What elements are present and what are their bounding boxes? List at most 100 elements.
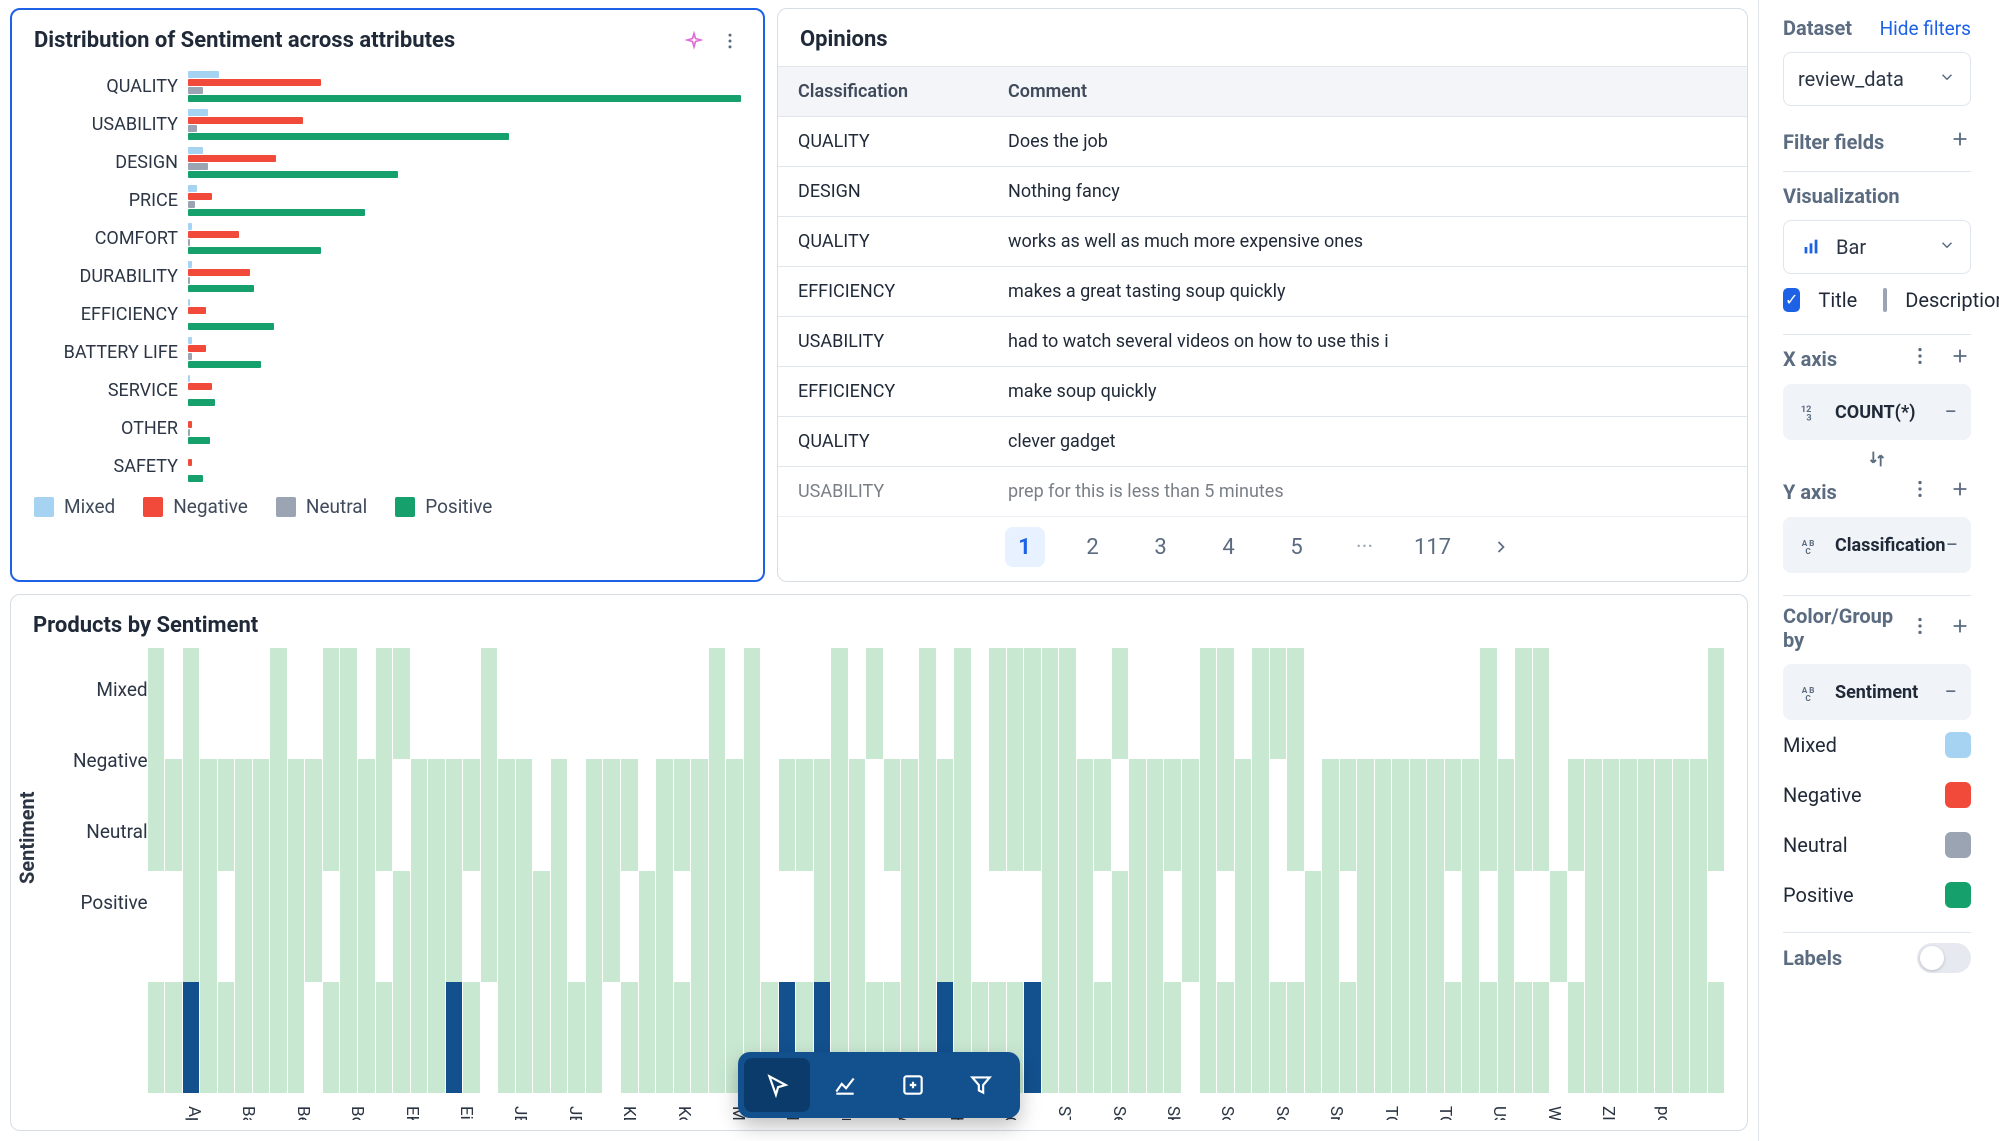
table-row[interactable]: QUALITYworks as well as much more expens…: [778, 217, 1747, 267]
bar-mixed: [188, 147, 203, 154]
chart-row: SERVICE: [34, 371, 741, 409]
legend-mixed[interactable]: Mixed: [34, 495, 115, 518]
sparkle-icon[interactable]: [683, 30, 705, 52]
yaxis-field-label: Classification: [1835, 535, 1946, 556]
table-row[interactable]: EFFICIENCYmakes a great tasting soup qui…: [778, 267, 1747, 317]
table-row[interactable]: USABILITYprep for this is less than 5 mi…: [778, 467, 1747, 517]
color-chip[interactable]: [1945, 882, 1971, 908]
xaxis-field-pill[interactable]: 123 COUNT(*) −: [1783, 384, 1971, 440]
page-1[interactable]: 1: [1005, 527, 1045, 567]
remove-yaxis-field-icon[interactable]: −: [1946, 533, 1959, 558]
title-checkbox[interactable]: [1783, 288, 1800, 312]
toolbar-chart-button[interactable]: [812, 1058, 878, 1112]
page-2[interactable]: 2: [1073, 527, 1113, 567]
bar-positive: [188, 171, 398, 178]
cell-classification: EFFICIENCY: [778, 267, 988, 316]
bar-mixed: [188, 299, 190, 306]
xaxis-heading: X axis: [1783, 347, 1837, 371]
color-legend-mixed[interactable]: Mixed: [1783, 720, 1971, 770]
yaxis-add-icon[interactable]: [1949, 478, 1971, 505]
color-legend-negative[interactable]: Negative: [1783, 770, 1971, 820]
chevron-down-icon: [1938, 67, 1956, 91]
chart-row-label: COMFORT: [34, 228, 188, 249]
dataset-select[interactable]: review_data: [1783, 52, 1971, 106]
yaxis-field-pill[interactable]: ABC Classification −: [1783, 517, 1971, 573]
viz-type-select[interactable]: Bar: [1783, 220, 1971, 274]
y-label: Positive: [73, 891, 148, 914]
color-legend-neutral[interactable]: Neutral: [1783, 820, 1971, 870]
labels-toggle[interactable]: [1917, 943, 1971, 973]
filter-fields-heading: Filter fields: [1783, 130, 1884, 154]
page-next[interactable]: [1481, 527, 1521, 567]
viz-type-value: Bar: [1836, 235, 1866, 259]
toolbar-pointer-button[interactable]: [744, 1058, 810, 1112]
bar-neutral: [188, 87, 203, 94]
header-classification: Classification: [778, 67, 988, 116]
toolbar-add-panel-button[interactable]: [880, 1058, 946, 1112]
bar-positive: [188, 247, 321, 254]
distribution-chart: QUALITYUSABILITYDESIGNPRICECOMFORTDURABI…: [12, 61, 763, 530]
legend-neutral[interactable]: Neutral: [276, 495, 367, 518]
color-chip[interactable]: [1945, 732, 1971, 758]
cell-classification: QUALITY: [778, 117, 988, 166]
bar-positive: [188, 209, 365, 216]
chart-row-label: DURABILITY: [34, 266, 188, 287]
colorgroup-menu-icon[interactable]: [1909, 615, 1931, 642]
remove-xaxis-field-icon[interactable]: −: [1944, 400, 1957, 425]
color-legend-label: Positive: [1783, 883, 1854, 907]
bar-neutral: [188, 239, 190, 246]
page-4[interactable]: 4: [1209, 527, 1249, 567]
table-row[interactable]: USABILITYhad to watch several videos on …: [778, 317, 1747, 367]
cell-comment: prep for this is less than 5 minutes: [988, 467, 1747, 516]
yaxis-menu-icon[interactable]: [1909, 478, 1931, 505]
bar-mixed: [188, 375, 190, 382]
chart-row-label: QUALITY: [34, 76, 188, 97]
bar-negative: [188, 269, 250, 276]
xaxis-menu-icon[interactable]: [1909, 345, 1931, 372]
table-row[interactable]: EFFICIENCYmake soup quickly: [778, 367, 1747, 417]
swap-axes-icon[interactable]: [1783, 448, 1971, 470]
numeric-icon: 123: [1797, 401, 1823, 423]
page-5[interactable]: 5: [1277, 527, 1317, 567]
colorgroup-field-label: Sentiment: [1835, 682, 1918, 703]
kebab-menu-icon[interactable]: [719, 30, 741, 52]
colorgroup-field-pill[interactable]: ABC Sentiment −: [1783, 664, 1971, 720]
legend-positive[interactable]: Positive: [395, 495, 492, 518]
labels-heading: Labels: [1783, 946, 1842, 970]
opinions-title: Opinions: [800, 27, 888, 52]
color-chip[interactable]: [1945, 782, 1971, 808]
distribution-panel[interactable]: Distribution of Sentiment across attribu…: [10, 8, 765, 582]
distribution-title: Distribution of Sentiment across attribu…: [34, 28, 455, 53]
products-panel[interactable]: Products by Sentiment Sentiment MixedNeg…: [10, 594, 1748, 1131]
description-checkbox[interactable]: [1883, 288, 1887, 312]
dataset-value: review_data: [1798, 67, 1904, 91]
table-row[interactable]: QUALITYDoes the job: [778, 117, 1747, 167]
chart-row-label: BATTERY LIFE: [34, 342, 188, 363]
toolbar-filter-button[interactable]: [948, 1058, 1014, 1112]
hide-filters-link[interactable]: Hide filters: [1880, 17, 1971, 40]
dataset-heading: Dataset: [1783, 16, 1852, 40]
cell-comment: had to watch several videos on how to us…: [988, 317, 1747, 366]
chevron-down-icon: [1938, 235, 1956, 259]
remove-colorgroup-field-icon[interactable]: −: [1944, 680, 1957, 705]
add-filter-icon[interactable]: [1949, 128, 1971, 155]
bar-negative: [188, 155, 276, 162]
cell-classification: USABILITY: [778, 467, 988, 516]
color-chip[interactable]: [1945, 832, 1971, 858]
page-3[interactable]: 3: [1141, 527, 1181, 567]
bar-positive: [188, 95, 741, 102]
color-legend-label: Neutral: [1783, 833, 1848, 857]
table-row[interactable]: QUALITYclever gadget: [778, 417, 1747, 467]
cell-classification: QUALITY: [778, 217, 988, 266]
legend-negative[interactable]: Negative: [143, 495, 248, 518]
table-row[interactable]: DESIGNNothing fancy: [778, 167, 1747, 217]
bar-negative: [188, 307, 206, 314]
xaxis-add-icon[interactable]: [1949, 345, 1971, 372]
colorgroup-add-icon[interactable]: [1949, 615, 1971, 642]
cell-comment: make soup quickly: [988, 367, 1747, 416]
bar-positive: [188, 133, 509, 140]
color-legend-positive[interactable]: Positive: [1783, 870, 1971, 920]
opinions-panel[interactable]: Opinions Classification Comment QUALITYD…: [777, 8, 1748, 582]
page-last[interactable]: 117: [1413, 527, 1453, 567]
cell-classification: USABILITY: [778, 317, 988, 366]
